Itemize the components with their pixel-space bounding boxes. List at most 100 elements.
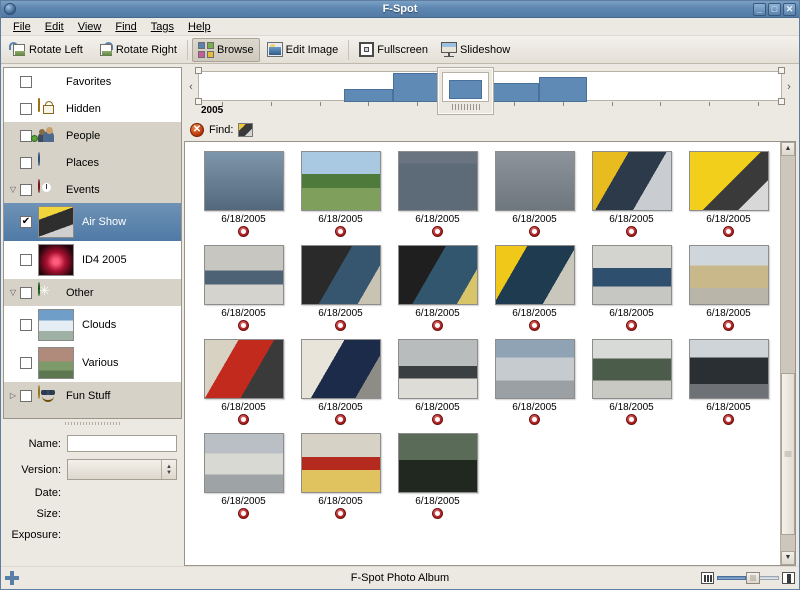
timeline-plot[interactable]: 2005 — [198, 67, 782, 107]
rotate-right-button[interactable]: Rotate Right — [90, 38, 183, 62]
minimize-button[interactable]: _ — [753, 3, 766, 16]
photo-cell[interactable]: 6/18/2005 — [389, 245, 486, 331]
tag-checkbox-events[interactable] — [20, 184, 32, 196]
photo-thumbnail[interactable] — [398, 151, 478, 211]
photo-thumbnail[interactable] — [398, 245, 478, 305]
photo-thumbnail[interactable] — [301, 433, 381, 493]
photo-thumbnail[interactable] — [204, 433, 284, 493]
photo-cell[interactable]: 6/18/2005 — [583, 245, 680, 331]
tag-row-other[interactable]: ▽ Other — [4, 279, 181, 306]
rotate-left-button[interactable]: Rotate Left — [3, 38, 89, 62]
photo-cell[interactable]: 6/18/2005 — [680, 151, 777, 237]
photo-cell[interactable]: 6/18/2005 — [389, 339, 486, 425]
tag-checkbox-air-show[interactable]: ✔ — [20, 216, 32, 228]
photo-grid-scrollbar[interactable]: ▲ ▼ — [780, 142, 795, 565]
photo-thumbnail[interactable] — [495, 339, 575, 399]
timeline-widget[interactable]: ‹ 2005 › — [184, 67, 796, 119]
photo-grid[interactable]: 6/18/20056/18/20056/18/20056/18/20056/18… — [185, 142, 780, 565]
fullscreen-button[interactable]: Fullscreen — [353, 38, 434, 62]
photo-thumbnail[interactable] — [592, 151, 672, 211]
timeline-bar[interactable] — [490, 83, 539, 102]
photo-thumbnail[interactable] — [204, 339, 284, 399]
tag-tree[interactable]: Favorites Hidden People — [3, 67, 182, 419]
photo-cell[interactable]: 6/18/2005 — [292, 339, 389, 425]
photo-thumbnail[interactable] — [689, 245, 769, 305]
photo-cell[interactable]: 6/18/2005 — [486, 151, 583, 237]
metadata-name-input[interactable] — [67, 435, 177, 452]
close-icon[interactable]: ✕ — [190, 123, 204, 137]
metadata-version-select[interactable]: ▲▼ — [67, 459, 177, 480]
photo-cell[interactable]: 6/18/2005 — [195, 151, 292, 237]
photo-thumbnail[interactable] — [592, 339, 672, 399]
tag-row-hidden[interactable]: Hidden — [4, 95, 181, 122]
scroll-down-icon[interactable]: ▼ — [781, 551, 795, 565]
menu-help[interactable]: Help — [181, 20, 218, 34]
photo-thumbnail[interactable] — [495, 151, 575, 211]
slideshow-button[interactable]: Slideshow — [435, 38, 516, 62]
photo-thumbnail[interactable] — [689, 151, 769, 211]
tag-row-various[interactable]: Various — [4, 344, 181, 382]
photo-thumbnail[interactable] — [301, 151, 381, 211]
tag-checkbox-places[interactable] — [20, 157, 32, 169]
photo-cell[interactable]: 6/18/2005 — [292, 151, 389, 237]
edit-image-button[interactable]: Edit Image — [261, 38, 345, 62]
scrollbar-track[interactable] — [781, 156, 795, 551]
expander-other[interactable]: ▽ — [6, 288, 20, 297]
tag-checkbox-fun-stuff[interactable] — [20, 390, 32, 402]
sidebar-pane-resizer[interactable] — [3, 419, 182, 427]
photo-cell[interactable]: 6/18/2005 — [292, 433, 389, 519]
menu-tags[interactable]: Tags — [144, 20, 181, 34]
photo-thumbnail[interactable] — [398, 339, 478, 399]
photo-cell[interactable]: 6/18/2005 — [389, 433, 486, 519]
tag-checkbox-other[interactable] — [20, 287, 32, 299]
photo-thumbnail[interactable] — [495, 245, 575, 305]
close-button[interactable]: ✕ — [783, 3, 796, 16]
timeline-bar[interactable] — [393, 73, 442, 102]
tag-checkbox-various[interactable] — [20, 357, 32, 369]
photo-cell[interactable]: 6/18/2005 — [680, 245, 777, 331]
browse-button[interactable]: Browse — [192, 38, 260, 62]
photo-thumbnail[interactable] — [301, 339, 381, 399]
expander-events[interactable]: ▽ — [6, 185, 20, 194]
zoom-slider[interactable] — [717, 572, 779, 584]
photo-cell[interactable]: 6/18/2005 — [486, 339, 583, 425]
photo-cell[interactable]: 6/18/2005 — [486, 245, 583, 331]
photo-thumbnail[interactable] — [204, 151, 284, 211]
timeline-selection-grip[interactable] — [452, 104, 480, 110]
timeline-bar[interactable] — [539, 77, 588, 102]
timeline-handle-left-top[interactable] — [195, 67, 202, 74]
photo-cell[interactable]: 6/18/2005 — [195, 339, 292, 425]
tag-checkbox-clouds[interactable] — [20, 319, 32, 331]
tag-row-places[interactable]: Places — [4, 149, 181, 176]
tag-row-id4-2005[interactable]: ID4 2005 — [4, 241, 181, 279]
photo-thumbnail[interactable] — [204, 245, 284, 305]
menu-find[interactable]: Find — [108, 20, 143, 34]
menu-view[interactable]: View — [71, 20, 109, 34]
photo-thumbnail[interactable] — [592, 245, 672, 305]
timeline-handle-right-bottom[interactable] — [778, 98, 785, 105]
photo-cell[interactable]: 6/18/2005 — [389, 151, 486, 237]
menu-file[interactable]: File — [6, 20, 38, 34]
tag-row-people[interactable]: People — [4, 122, 181, 149]
tag-row-air-show[interactable]: ✔ Air Show — [4, 203, 181, 241]
tag-checkbox-hidden[interactable] — [20, 103, 32, 115]
photo-cell[interactable]: 6/18/2005 — [583, 151, 680, 237]
tag-row-favorites[interactable]: Favorites — [4, 68, 181, 95]
spinner-arrows-icon[interactable]: ▲▼ — [161, 460, 176, 479]
scrollbar-thumb[interactable] — [781, 373, 795, 535]
menu-edit[interactable]: Edit — [38, 20, 71, 34]
tag-row-clouds[interactable]: Clouds — [4, 306, 181, 344]
maximize-button[interactable]: □ — [768, 3, 781, 16]
photo-cell[interactable]: 6/18/2005 — [583, 339, 680, 425]
expander-fun-stuff[interactable]: ▷ — [6, 391, 20, 400]
thumbnails-small-icon[interactable] — [701, 572, 714, 584]
photo-thumbnail[interactable] — [301, 245, 381, 305]
scroll-up-icon[interactable]: ▲ — [781, 142, 795, 156]
tag-row-events[interactable]: ▽ Events — [4, 176, 181, 203]
photo-cell[interactable]: 6/18/2005 — [680, 339, 777, 425]
tag-row-fun-stuff[interactable]: ▷ Fun Stuff — [4, 382, 181, 409]
tag-checkbox-people[interactable] — [20, 130, 32, 142]
zoom-control[interactable] — [701, 572, 795, 584]
timeline-handle-left-bottom[interactable] — [195, 98, 202, 105]
tag-checkbox-id4-2005[interactable] — [20, 254, 32, 266]
